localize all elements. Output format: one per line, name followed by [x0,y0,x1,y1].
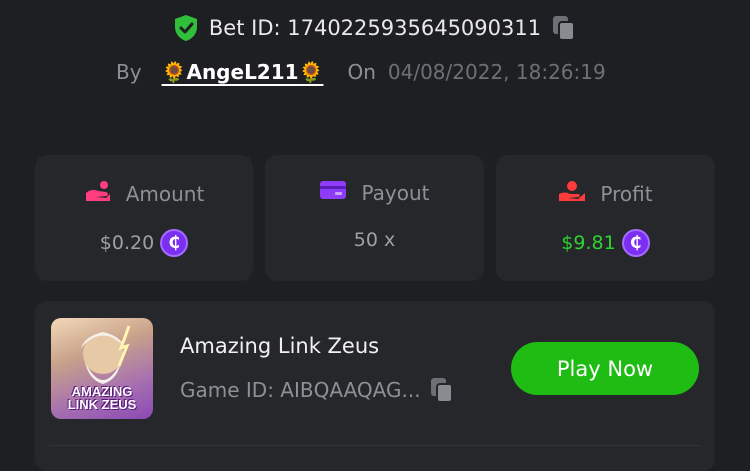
username-link[interactable]: 🌻 AngeL211 🌻 [162,60,324,84]
sunflower-icon: 🌻 [298,60,324,84]
cent-coin-icon: ₵ [160,229,189,257]
by-label: By [116,60,142,84]
game-name: Amazing Link Zeus [180,334,380,358]
amount-card: Amount $0.20 ₵ [35,155,253,281]
shield-check-icon [173,14,199,42]
divider [49,445,701,446]
amount-label: Amount [125,181,205,206]
coin-hand-icon [84,179,112,208]
cent-coin-icon: ₵ [621,229,650,257]
profit-value: $9.81 [561,232,616,254]
username: AngeL211 [186,60,299,84]
bet-id: Bet ID: 1740225935645090311 [208,16,542,40]
game-id: Game ID: AIBQAAQAG... [180,378,421,402]
game-thumbnail-title: AMAZING LINK ZEUS [67,384,137,412]
game-thumbnail[interactable]: AMAZING LINK ZEUS [51,318,153,419]
copy-icon[interactable] [429,376,455,404]
hand-coin-icon [558,179,586,208]
bet-datetime: 04/08/2022, 18:26:19 [387,60,606,84]
payout-label: Payout [361,180,430,205]
game-panel: AMAZING LINK ZEUS Amazing Link Zeus Game… [35,301,715,471]
copy-icon[interactable] [551,14,577,42]
game-id-row: Game ID: AIBQAAQAG... [180,376,455,404]
bet-id-row: Bet ID: 1740225935645090311 [0,14,750,42]
on-label: On [347,60,376,84]
play-now-button[interactable]: Play Now [511,342,699,395]
payout-card: Payout 50 x [265,155,484,281]
payout-value: 50 x [353,229,396,251]
profit-label: Profit [600,181,653,206]
bet-meta-row: By 🌻 AngeL211 🌻 On 04/08/2022, 18:26:19 [116,60,606,84]
profit-card: Profit $9.81 ₵ [496,155,715,281]
amount-value: $0.20 [99,232,155,254]
card-icon [319,179,347,206]
sunflower-icon: 🌻 [161,60,187,84]
